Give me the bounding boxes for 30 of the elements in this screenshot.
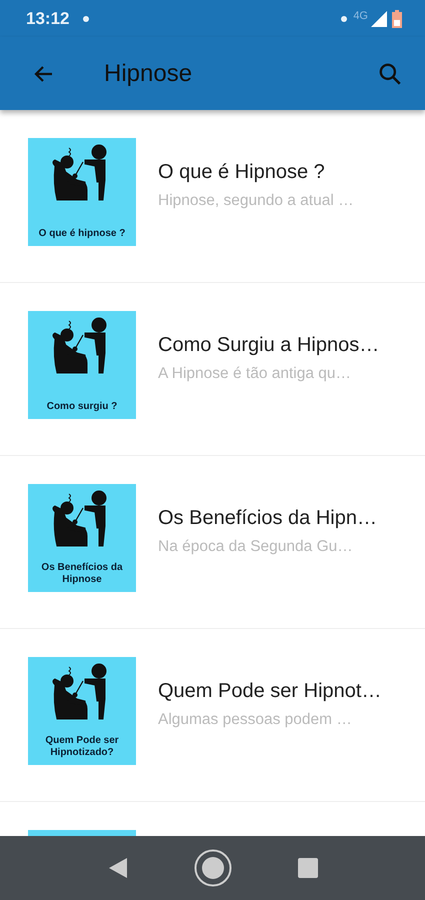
article-item[interactable]: Como surgiu ? Como Surgiu a Hipnos… A Hipnose é tão antiga qu… <box>0 283 425 456</box>
square-icon <box>296 857 318 879</box>
article-title: Os Benefícios da Hipn… <box>158 506 377 530</box>
thumbnail-caption: Como surgiu ? <box>46 401 118 413</box>
thumbnail-caption: Quem Pode ser Hipnotizado? <box>44 735 120 759</box>
status-dot-icon <box>341 16 348 22</box>
home-circle-icon <box>192 848 232 888</box>
article-item[interactable]: O que é hipnose ? O que é Hipnose ? Hipnose, segundo a atual … <box>0 110 425 283</box>
article-title: Quem Pode ser Hipnot… <box>158 680 382 702</box>
triangle-icon <box>106 856 128 880</box>
article-preview: Hipnose, segundo a atual … <box>158 192 354 210</box>
article-preview: Na época da Segunda Gu… <box>158 538 354 556</box>
article-preview: Algumas pessoas podem … <box>158 710 353 728</box>
article-preview: A Hipnose é tão antiga qu… <box>158 364 352 382</box>
back-nav-button[interactable] <box>106 856 128 880</box>
recents-nav-button[interactable] <box>296 857 318 879</box>
search-icon <box>377 60 403 86</box>
article-item[interactable]: Quem Pode ser Hipnotizado? Quem Pode ser Hipnot… Algumas pessoas podem … <box>0 629 425 802</box>
status-time: 13:12 <box>26 8 70 28</box>
thumbnail-caption: O que é hipnose ? <box>38 228 126 240</box>
network-type: 4G <box>353 10 368 22</box>
home-nav-button[interactable] <box>192 848 232 888</box>
article-title: O que é Hipnose ? <box>158 160 326 184</box>
thumbnail-caption: Os Benefícios da Hipnose <box>40 562 124 586</box>
signal-icon <box>371 10 387 26</box>
screen-title: Hipnose <box>104 60 194 88</box>
notification-dot-icon <box>83 16 90 22</box>
article-item[interactable]: Os Benefícios da Hipnose Os Benefícios da Hipn… Na época da Segunda Gu… <box>0 456 425 629</box>
article-title: Como Surgiu a Hipnos… <box>158 334 380 356</box>
battery-icon <box>391 10 403 28</box>
